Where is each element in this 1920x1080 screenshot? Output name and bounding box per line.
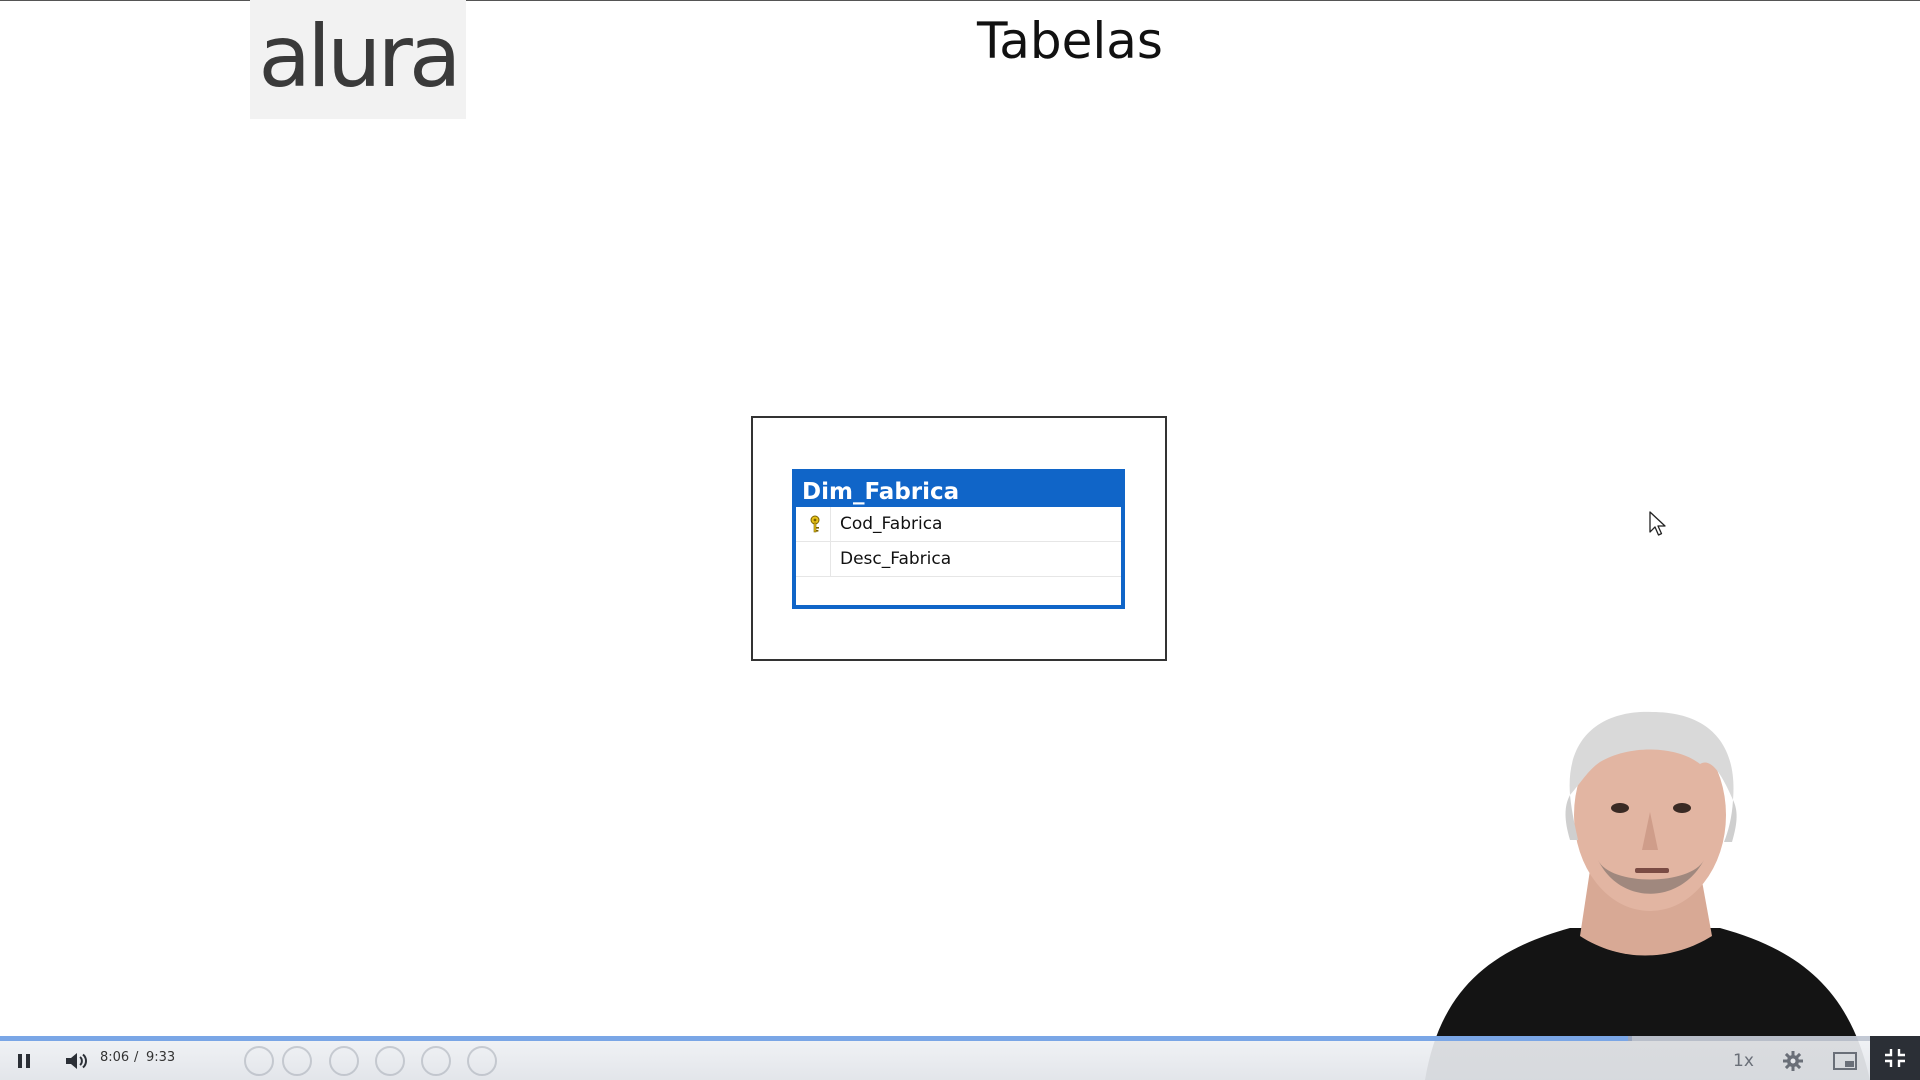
clipboard-tool-icon[interactable] [375, 1046, 405, 1076]
brand-logo: alura [250, 0, 466, 119]
pause-icon[interactable] [16, 1052, 32, 1070]
key-column-cell [796, 507, 831, 541]
playback-speed-button[interactable]: 1x [1733, 1051, 1754, 1071]
duration: 9:33 [146, 1050, 176, 1065]
current-time: 8:06 [100, 1050, 130, 1065]
time-separator: / [134, 1050, 139, 1065]
picture-in-picture-icon[interactable] [1833, 1052, 1857, 1070]
logo-text: alura [258, 6, 461, 107]
volume-icon[interactable] [64, 1050, 88, 1072]
key-column-cell [796, 542, 831, 576]
play-tool-icon[interactable] [282, 1046, 312, 1076]
db-column-row: Desc_Fabrica [796, 542, 1121, 577]
rewind-tool-icon[interactable] [244, 1046, 274, 1076]
mouse-cursor-icon [1649, 511, 1666, 536]
progress-played [0, 1036, 1629, 1041]
db-column-row: Cod_Fabrica [796, 507, 1121, 542]
slide-title: Tabelas [977, 12, 1163, 70]
db-table-name: Dim_Fabrica [796, 473, 1121, 507]
exit-fullscreen-icon [1885, 1049, 1905, 1067]
presenter-webcam [1425, 711, 1870, 1080]
settings-gear-icon[interactable] [1782, 1050, 1804, 1072]
progress-bar[interactable] [0, 1036, 1920, 1041]
more-tool-icon[interactable] [467, 1046, 497, 1076]
db-column-name: Cod_Fabrica [840, 514, 943, 534]
exit-fullscreen-button[interactable] [1870, 1036, 1920, 1080]
zoom-tool-icon[interactable] [421, 1046, 451, 1076]
db-column-name: Desc_Fabrica [840, 549, 952, 569]
primary-key-icon [810, 515, 820, 533]
pen-tool-icon[interactable] [329, 1046, 359, 1076]
db-table-card: Dim_Fabrica Cod_Fabrica Desc_Fabrica [792, 469, 1125, 609]
